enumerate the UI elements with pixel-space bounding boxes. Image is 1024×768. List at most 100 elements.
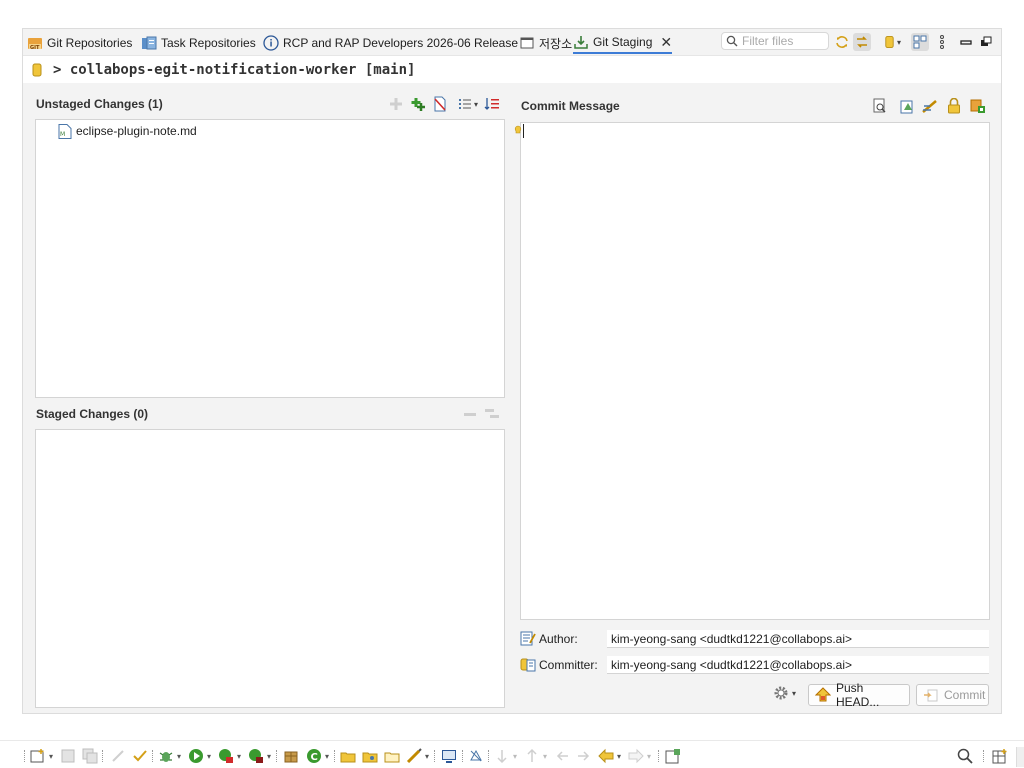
close-icon[interactable]: ✕ [660, 34, 672, 51]
run-icon[interactable] [188, 748, 204, 764]
filter-files-box[interactable] [721, 32, 829, 50]
stage-selected-icon[interactable] [387, 95, 405, 113]
sign-off-icon[interactable] [921, 97, 939, 115]
repository-icon [32, 63, 42, 76]
svg-text:M: M [60, 131, 65, 138]
presentation-menu-icon[interactable]: ▾ [455, 95, 481, 113]
chevron-down-icon[interactable]: ▾ [177, 752, 181, 761]
forward-icon[interactable] [628, 748, 644, 764]
open-perspective-icon[interactable] [992, 748, 1008, 764]
committer-label: Committer: [539, 658, 598, 672]
commit-icon [923, 687, 939, 703]
commit-message-editor[interactable] [520, 122, 990, 620]
pin-editor-icon[interactable] [665, 748, 681, 764]
tab-repository-ko[interactable]: 저장소 [519, 32, 572, 54]
chevron-down-icon[interactable]: ▾ [207, 752, 211, 761]
previous-annotation-icon[interactable] [524, 748, 540, 764]
commit-label: Commit [944, 688, 986, 702]
open-type-icon[interactable] [340, 748, 356, 764]
unstaged-changes-title: Unstaged Changes (1) [36, 97, 163, 111]
tab-label: RCP and RAP Developers 2026-06 Release [283, 36, 519, 50]
search-icon [726, 35, 738, 47]
committer-field[interactable] [607, 656, 989, 674]
external-tools-icon[interactable] [248, 748, 264, 764]
toolbar-separator [658, 750, 659, 762]
new-class-icon[interactable]: C [306, 748, 322, 764]
view-menu-icon[interactable] [933, 33, 951, 51]
tab-label: Task Repositories [161, 36, 256, 50]
repository-selector-icon[interactable]: ▾ [883, 33, 901, 51]
git-staging-view: GIT Git Repositories Task Repositories R… [22, 28, 1002, 714]
unstage-all-icon[interactable] [483, 405, 501, 423]
forward-edit-icon[interactable] [576, 748, 592, 764]
stage-all-icon[interactable] [409, 95, 427, 113]
view-tab-bar: GIT Git Repositories Task Repositories R… [23, 29, 1001, 55]
annotation-icon[interactable] [468, 748, 484, 764]
open-resource-icon[interactable] [362, 748, 378, 764]
repository-title: > collabops-egit-notification-worker [ma… [53, 61, 416, 78]
chevron-down-icon[interactable]: ▾ [513, 752, 517, 761]
edit-icon[interactable] [132, 748, 148, 764]
tab-git-repositories[interactable]: GIT Git Repositories [27, 32, 132, 54]
chevron-down-icon[interactable]: ▾ [617, 752, 621, 761]
tab-task-repositories[interactable]: Task Repositories [141, 32, 256, 54]
commit-button[interactable]: Commit [916, 684, 989, 706]
maximize-icon[interactable] [977, 33, 995, 51]
minimize-icon[interactable] [957, 33, 975, 51]
toolbar-separator [334, 750, 335, 762]
ignore-file-icon[interactable] [431, 95, 449, 113]
toolbar-separator [102, 750, 103, 762]
link-selection-icon[interactable] [853, 33, 871, 51]
change-id-icon[interactable] [969, 97, 987, 115]
new-package-icon[interactable] [283, 748, 299, 764]
tab-rcp-rap-release[interactable]: RCP and RAP Developers 2026-06 Release [263, 32, 518, 54]
main-toolbar: ▾ ▾ ▾ ▾ ▾ C ▾ ▾ ▾ ▾ ▾ ▾ [0, 740, 1024, 768]
push-head-button[interactable]: Push HEAD... [808, 681, 910, 709]
toolbar-separator [434, 750, 435, 762]
chevron-down-icon[interactable]: ▾ [49, 752, 53, 761]
list-item[interactable]: M eclipse-plugin-note.md [58, 123, 197, 139]
svg-text:C: C [311, 752, 318, 763]
chevron-down-icon[interactable]: ▾ [267, 752, 271, 761]
spell-check-icon[interactable] [871, 97, 889, 115]
commit-options-menu[interactable]: ▾ [773, 685, 796, 701]
terminal-icon[interactable] [441, 748, 457, 764]
chevron-down-icon[interactable]: ▾ [325, 752, 329, 761]
file-name: eclipse-plugin-note.md [76, 124, 197, 138]
text-cursor [523, 124, 524, 138]
coverage-icon[interactable] [218, 748, 234, 764]
svg-text:GIT: GIT [30, 45, 40, 51]
chevron-down-icon[interactable]: ▾ [647, 752, 651, 761]
last-edit-icon[interactable] [554, 748, 570, 764]
content-assist-hint-icon [514, 124, 522, 138]
unstaged-changes-list[interactable]: M eclipse-plugin-note.md [35, 119, 505, 398]
lock-icon[interactable] [945, 97, 963, 115]
sort-icon[interactable] [483, 95, 501, 113]
refresh-icon[interactable] [833, 33, 851, 51]
debug-icon[interactable] [158, 748, 174, 764]
git-staging-icon [573, 34, 589, 50]
open-folder-icon[interactable] [384, 748, 400, 764]
perspective-switcher[interactable] [1016, 747, 1024, 767]
filter-files-input[interactable] [742, 34, 824, 48]
chevron-down-icon[interactable]: ▾ [543, 752, 547, 761]
layout-toggle-icon[interactable] [911, 33, 929, 51]
new-icon[interactable] [30, 748, 46, 764]
save-icon[interactable] [60, 748, 76, 764]
search-icon[interactable] [957, 748, 973, 764]
undo-edit-icon[interactable] [110, 748, 126, 764]
pencil-icon[interactable] [406, 748, 422, 764]
back-icon[interactable] [598, 748, 614, 764]
amend-icon[interactable] [899, 97, 917, 115]
tab-git-staging[interactable]: Git Staging ✕ [573, 32, 673, 54]
next-annotation-icon[interactable] [494, 748, 510, 764]
chevron-down-icon[interactable]: ▾ [425, 752, 429, 761]
author-icon [520, 630, 536, 649]
staged-changes-list[interactable] [35, 429, 505, 708]
task-repository-icon [141, 35, 157, 51]
unstage-selected-icon[interactable] [461, 405, 479, 423]
save-all-icon[interactable] [82, 748, 98, 764]
window-icon [519, 35, 535, 51]
author-field[interactable] [607, 630, 989, 648]
chevron-down-icon[interactable]: ▾ [237, 752, 241, 761]
